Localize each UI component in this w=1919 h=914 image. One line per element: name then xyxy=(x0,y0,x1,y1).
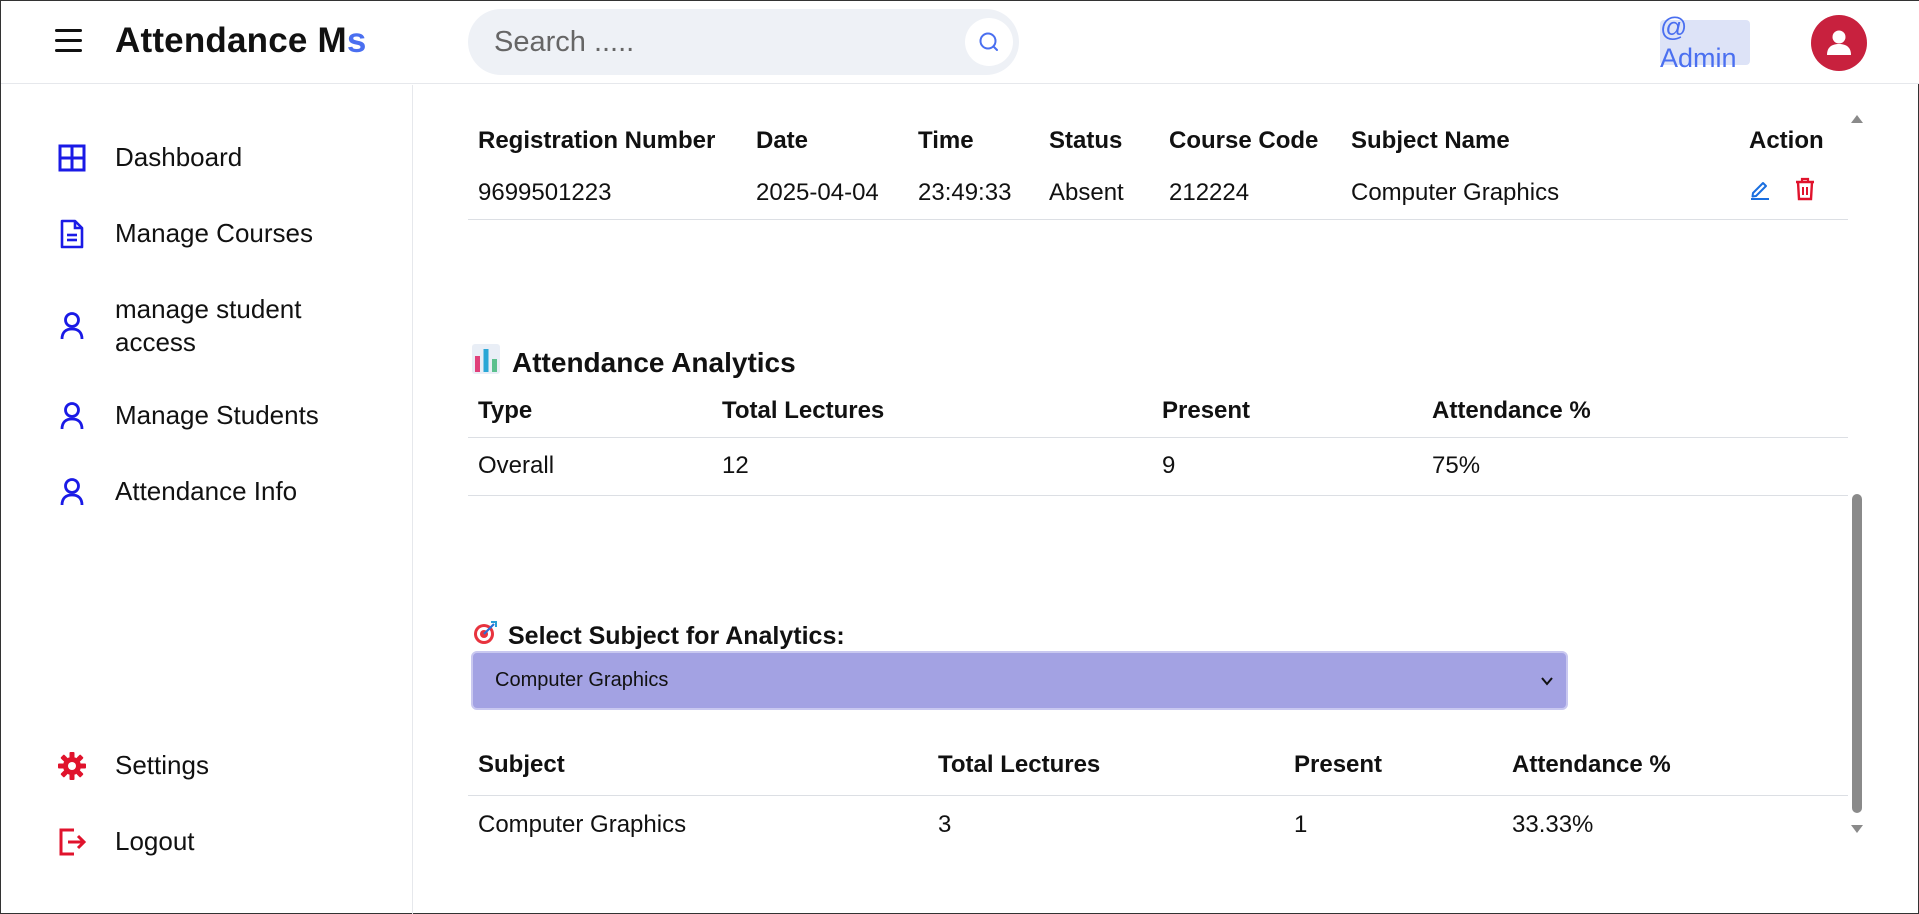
sidebar-item-label: Logout xyxy=(115,826,195,856)
brand-accent: s xyxy=(346,21,367,60)
avatar[interactable] xyxy=(1811,15,1867,71)
sidebar-item-dashboard[interactable]: Dashboard xyxy=(56,141,396,174)
column-header: Present xyxy=(1162,396,1251,424)
sidebar-item-label: Dashboard xyxy=(115,142,243,172)
user-icon xyxy=(56,310,88,342)
gear-icon xyxy=(56,750,88,782)
trash-icon[interactable] xyxy=(1794,177,1816,208)
analytics-title: Attendance Analytics xyxy=(512,346,796,378)
user-avatar-icon xyxy=(1827,30,1851,55)
chevron-down-icon xyxy=(1540,671,1554,694)
bar-chart-icon xyxy=(472,344,500,381)
column-header: Total Lectures xyxy=(722,396,885,424)
column-header: Course Code xyxy=(1169,127,1319,154)
cell-type: Overall xyxy=(478,452,555,479)
scroll-thumb[interactable] xyxy=(1852,494,1862,813)
table-row: Computer Graphics 3 1 33.33% xyxy=(468,795,1848,855)
sidebar-item-label: Settings xyxy=(115,750,209,780)
cell-subject: Computer Graphics xyxy=(478,811,687,839)
subject-select-value: Computer Graphics xyxy=(495,669,669,691)
main-content: Registration Number Date Time Status Cou… xyxy=(414,85,1919,914)
analytics-section-title: Attendance Analytics xyxy=(472,344,796,381)
cell-registration-number: 9699501223 xyxy=(478,178,612,206)
cell-subject-name: Computer Graphics xyxy=(1351,178,1560,206)
cell-actions xyxy=(1739,167,1848,219)
brand-main: Attendance M xyxy=(115,21,347,60)
table-header-row: Registration Number Date Time Status Cou… xyxy=(468,115,1848,167)
hamburger-menu-icon[interactable] xyxy=(55,29,89,55)
cell-attendance-percent: 33.33% xyxy=(1512,811,1594,839)
column-header: Total Lectures xyxy=(938,750,1101,778)
column-header: Attendance % xyxy=(1512,750,1671,778)
search-icon xyxy=(979,32,998,51)
column-header: Registration Number xyxy=(478,127,716,154)
app-brand: Attendance Ms xyxy=(115,21,367,61)
sidebar-item-manage-courses[interactable]: Manage Courses xyxy=(56,217,396,250)
target-icon xyxy=(472,620,498,653)
attendance-records-table: Registration Number Date Time Status Cou… xyxy=(468,115,1848,220)
user-icon xyxy=(56,400,88,432)
column-header: Subject Name xyxy=(1351,127,1510,154)
top-header: Attendance Ms @ Admin xyxy=(1,1,1919,84)
column-header: Status xyxy=(1049,127,1123,154)
subject-select-label: Select Subject for Analytics: xyxy=(472,620,845,653)
sidebar-item-attendance-info[interactable]: Attendance Info xyxy=(56,475,396,508)
cell-total-lectures: 3 xyxy=(938,811,952,839)
sidebar-item-label: Manage Students xyxy=(115,400,319,430)
column-header: Present xyxy=(1294,750,1383,778)
grid-icon xyxy=(56,142,88,174)
search-button[interactable] xyxy=(965,18,1013,66)
cell-status: Absent xyxy=(1049,178,1124,206)
main-scrollbar[interactable] xyxy=(1848,109,1866,839)
edit-icon[interactable] xyxy=(1749,178,1771,207)
cell-course-code: 212224 xyxy=(1169,178,1250,206)
attendance-analytics-table: Type Total Lectures Present Attendance %… xyxy=(468,385,1848,496)
sidebar-item-settings[interactable]: Settings xyxy=(56,749,396,782)
document-icon xyxy=(56,218,88,250)
sidebar-item-label: manage student access xyxy=(115,294,302,357)
column-header: Subject xyxy=(478,750,565,778)
table-row: Overall 12 9 75% xyxy=(468,437,1848,495)
subject-select[interactable]: Computer Graphics xyxy=(471,651,1568,710)
admin-badge[interactable]: @ Admin xyxy=(1660,12,1750,73)
scroll-up-arrow[interactable] xyxy=(1851,115,1863,123)
sidebar-item-label: Attendance Info xyxy=(115,476,298,506)
column-header: Action xyxy=(1749,127,1824,154)
search-bar xyxy=(468,9,1019,75)
cell-time: 23:49:33 xyxy=(918,178,1012,206)
logout-icon xyxy=(56,826,88,858)
table-row: 9699501223 2025-04-04 23:49:33 Absent 21… xyxy=(468,167,1848,219)
table-header-row: Type Total Lectures Present Attendance % xyxy=(468,385,1848,437)
table-header-row: Subject Total Lectures Present Attendanc… xyxy=(468,735,1848,795)
column-header: Time xyxy=(918,127,974,154)
scroll-down-arrow[interactable] xyxy=(1851,825,1863,833)
cell-date: 2025-04-04 xyxy=(756,178,879,206)
sidebar-item-manage-student-access[interactable]: manage student access xyxy=(56,293,356,359)
sidebar: Dashboard Manage Courses manage student … xyxy=(1,85,413,914)
cell-present: 1 xyxy=(1294,811,1308,839)
user-icon xyxy=(56,476,88,508)
cell-present: 9 xyxy=(1162,452,1176,479)
cell-attendance-percent: 75% xyxy=(1432,452,1481,479)
subject-select-label-text: Select Subject for Analytics: xyxy=(508,622,845,650)
column-header: Attendance % xyxy=(1432,396,1591,424)
column-header: Date xyxy=(756,127,809,154)
sidebar-item-label: Manage Courses xyxy=(115,218,313,248)
cell-total-lectures: 12 xyxy=(722,452,749,479)
column-header: Type xyxy=(478,396,533,424)
search-input[interactable] xyxy=(494,25,924,59)
sidebar-item-manage-students[interactable]: Manage Students xyxy=(56,399,396,432)
sidebar-item-logout[interactable]: Logout xyxy=(56,825,396,858)
subject-analytics-table: Subject Total Lectures Present Attendanc… xyxy=(468,735,1848,855)
